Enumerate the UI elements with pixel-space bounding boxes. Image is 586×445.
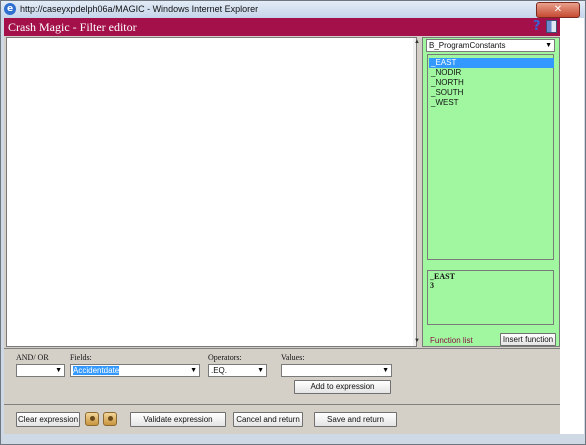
function-group-select[interactable]: B_ProgramConstants ▼ (426, 39, 555, 52)
panel-toggle-icon[interactable] (546, 20, 557, 33)
list-item[interactable]: _SOUTH (429, 88, 554, 98)
list-item[interactable]: _WEST (429, 98, 554, 108)
add-to-expression-button[interactable]: Add to expression (294, 380, 391, 394)
title-bar: e http://caseyxpdelph06a/MAGIC - Windows… (1, 1, 585, 18)
function-description: _EAST 3 (427, 270, 554, 325)
fields-label: Fields: (70, 353, 92, 362)
clear-expression-button[interactable]: Clear expression (16, 412, 80, 427)
chevron-down-icon: ▼ (257, 367, 264, 374)
constants-list[interactable]: _EAST _NODIR _NORTH _SOUTH _WEST (427, 54, 554, 260)
app-title-bar: Crash Magic - Filter editor (4, 18, 560, 36)
divider (4, 348, 560, 349)
cancel-and-return-button[interactable]: Cancel and return (233, 412, 303, 427)
save-and-return-button[interactable]: Save and return (314, 412, 397, 427)
insert-function-button[interactable]: Insert function (500, 333, 556, 346)
values-select[interactable]: ▼ (281, 364, 392, 377)
window-close-button[interactable]: ✕ (536, 2, 580, 18)
editor-scrollbar[interactable] (413, 38, 416, 346)
user-edit-icon[interactable] (103, 412, 117, 426)
operators-select[interactable]: .EQ. ▼ (208, 364, 267, 377)
function-list-label: Function list (430, 336, 473, 345)
chevron-down-icon: ▼ (382, 367, 389, 374)
operators-label: Operators: (208, 353, 242, 362)
help-icon[interactable]: ? (533, 20, 543, 34)
fields-select[interactable]: Accidentdate ▼ (70, 364, 200, 377)
and-or-label: AND/ OR (16, 353, 49, 362)
user-icon[interactable] (85, 412, 99, 426)
list-item[interactable]: _NORTH (429, 78, 554, 88)
window-title: http://caseyxpdelph06a/MAGIC - Windows I… (20, 4, 259, 14)
chevron-down-icon: ▼ (190, 367, 197, 374)
and-or-select[interactable]: ▼ (16, 364, 65, 377)
ie-browser-icon: e (4, 3, 16, 15)
values-label: Values: (281, 353, 305, 362)
function-group-value: B_ProgramConstants (429, 41, 506, 50)
list-item[interactable]: _NODIR (429, 68, 554, 78)
fields-value: Accidentdate (73, 366, 120, 375)
chevron-down-icon: ▼ (545, 42, 552, 49)
chevron-down-icon: ▼ (55, 367, 62, 374)
description-value: 3 (430, 281, 434, 290)
scroll-down-icon[interactable]: ▼ (414, 338, 420, 344)
validate-expression-button[interactable]: Validate expression (130, 412, 226, 427)
app-title: Crash Magic - Filter editor (8, 20, 137, 34)
description-name: _EAST (430, 272, 455, 281)
list-item[interactable]: _EAST (429, 58, 554, 68)
scroll-up-icon[interactable]: ▲ (414, 39, 420, 45)
expression-editor[interactable]: ▲ ▼ (6, 37, 420, 347)
divider (4, 404, 560, 405)
right-margin (560, 18, 584, 434)
operators-value: .EQ. (211, 366, 228, 375)
